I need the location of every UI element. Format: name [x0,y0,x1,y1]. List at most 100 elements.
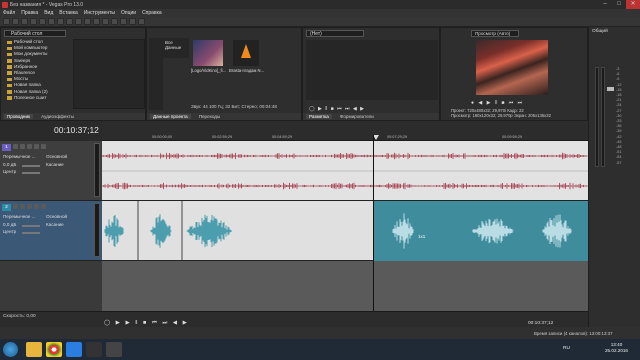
tree-item[interactable]: Полезное сшит [4,95,70,101]
tab-project-media[interactable]: Данные проекта [150,114,191,119]
word-taskbar-icon[interactable] [66,342,82,357]
track-header-2[interactable]: 2 Перемычное ... Основной 0,0 дБ Касание… [0,201,102,261]
menu-options[interactable]: Опции [121,10,136,16]
trimmer-screen[interactable] [306,40,438,100]
preview-display-value: 205x135x32 [528,113,551,118]
track-mode[interactable]: Основной [46,154,67,159]
track-lane-1[interactable] [101,141,588,201]
explorer-file-list[interactable] [73,39,145,109]
media-bin-all[interactable]: Все Данные [163,38,189,58]
menu-edit[interactable]: Правка [21,10,38,16]
arm-record-icon[interactable] [41,204,46,209]
delete-icon[interactable] [75,18,82,25]
trimmer-controls[interactable]: ◯ ▶ ‖ ■ ⏮ ⏭ ◀ ▶ [309,106,365,112]
transport-controls[interactable]: ◯ ▶ ▶ ‖ ■ ⏮ ⏭ ◀ ▶ [104,320,189,327]
fx-icon[interactable] [27,144,32,149]
playback-rate[interactable]: Скорость: 0,00 [3,314,36,319]
render-icon[interactable] [39,18,46,25]
track-pan-slider[interactable] [22,232,40,234]
automation-icon[interactable] [34,144,39,149]
track-touch-mode[interactable]: Касание [46,222,64,227]
menu-file[interactable]: Файл [3,10,15,16]
save-icon[interactable] [21,18,28,25]
explorer-location-dropdown[interactable]: Рабочий стол [4,30,66,37]
empty-track-area[interactable] [0,261,102,311]
track-mode[interactable]: Основной [46,214,67,219]
track-volume-label: 0,0 дБ [3,222,17,227]
media-player-taskbar-icon[interactable] [86,342,102,357]
fx-icon[interactable] [27,204,32,209]
new-icon[interactable] [3,18,10,25]
meter-scale-label: -57 [616,160,622,165]
track-volume-label: 0,0 дБ [3,162,17,167]
preview-controls[interactable]: ● ◀ ▶ ‖ ■ ⏮ ⏭ [471,100,524,106]
playhead-line[interactable] [373,135,374,311]
master-bus-panel: Общий -3 -6 -9 -12 -15 -18 -21 -24 -27 -30 -33 -36-… [588,27,640,327]
audio-waveform-stereo [101,152,588,190]
timeline-lanes[interactable]: 1x1 [101,141,588,311]
preview-mode-dropdown[interactable]: Просмотр (Авто) [471,30,519,37]
undo-icon[interactable] [84,18,91,25]
track-touch-mode[interactable]: Касание [46,162,64,167]
arm-record-icon[interactable] [41,144,46,149]
copy-icon[interactable] [57,18,64,25]
media-thumbnail-video[interactable] [193,40,223,66]
track-volume-slider[interactable] [22,165,40,167]
status-bar: Время записи (4 каналов): 13:00:13:37 [0,327,640,339]
menu-view[interactable]: Вид [44,10,53,16]
menu-tools[interactable]: Инструменты [84,10,115,16]
properties-icon[interactable] [30,18,37,25]
track-header-1[interactable]: 1 Перемычное ... Основной 0,0 дБ Касание… [0,141,102,201]
media-bin-tree[interactable] [149,38,163,110]
close-button[interactable]: ✕ [626,0,640,9]
track-lane-2[interactable]: 1x1 [102,201,588,261]
mute-icon[interactable] [13,144,18,149]
track-volume-slider[interactable] [22,225,40,227]
transport-bar: Скорость: 0,00 ◯ ▶ ▶ ‖ ■ ⏮ ⏭ ◀ ▶ 00:10:3… [0,311,588,327]
track-name[interactable]: Перемычное ... [3,214,36,219]
clock-time: 13:40 [610,342,623,347]
open-icon[interactable] [12,18,19,25]
envelope-tool-icon[interactable] [111,18,118,25]
normal-edit-tool-icon[interactable] [102,18,109,25]
chrome-taskbar-icon[interactable] [46,342,62,357]
ruler-label: 00:09:59;29 [502,135,523,139]
redo-icon[interactable] [93,18,100,25]
ruler-label: 00:07:29;29 [387,135,408,139]
track-controls [13,204,46,209]
timeline-timecode[interactable]: 00:10:37;12 [54,125,99,135]
main-toolbar [0,17,640,27]
system-clock[interactable]: 13:40 25.02.2016 [605,342,628,354]
minimize-button[interactable]: – [598,0,612,9]
media-info: Звук: 44 100 Гц; 32 Бит; Стерео; 00:04:4… [191,104,277,109]
help-icon[interactable] [138,18,145,25]
automation-icon[interactable] [34,204,39,209]
solo-icon[interactable] [20,144,25,149]
tab-explorer[interactable]: Проводник [4,114,34,119]
track-pan-slider[interactable] [22,172,40,174]
timeline-ruler[interactable]: 00:00:00;00 00:02:59;29 00:04:59;29 00:0… [102,121,588,141]
mute-icon[interactable] [13,204,18,209]
tab-formers[interactable]: Формирователи [340,114,374,119]
selection-tool-icon[interactable] [120,18,127,25]
solo-icon[interactable] [20,204,25,209]
maximize-button[interactable]: □ [612,0,626,9]
menu-insert[interactable]: Вставка [59,10,78,16]
start-button-icon[interactable] [3,342,18,357]
tab-transitions[interactable]: Переходы [199,114,221,119]
clock-date: 25.02.2016 [605,348,628,353]
explorer-panel: Рабочий стол Рабочий стол Мой компьютер … [0,27,146,121]
paste-icon[interactable] [66,18,73,25]
cut-icon[interactable] [48,18,55,25]
tab-audio-fx[interactable]: Аудиоэффекты [41,114,74,119]
zoom-tool-icon[interactable] [129,18,136,25]
track-name[interactable]: Перемычное ... [3,154,36,159]
explorer-taskbar-icon[interactable] [26,342,42,357]
vegas-taskbar-icon[interactable] [106,342,122,357]
tab-trimmer[interactable]: Разметка [306,114,332,119]
input-language[interactable]: RU [563,346,570,351]
master-fader[interactable] [607,87,614,91]
window-title: Без названия * - Vegas Pro 13.0 [10,1,84,8]
menu-help[interactable]: Справка [142,10,162,16]
trimmer-source-dropdown[interactable]: (Нет) [306,30,364,37]
